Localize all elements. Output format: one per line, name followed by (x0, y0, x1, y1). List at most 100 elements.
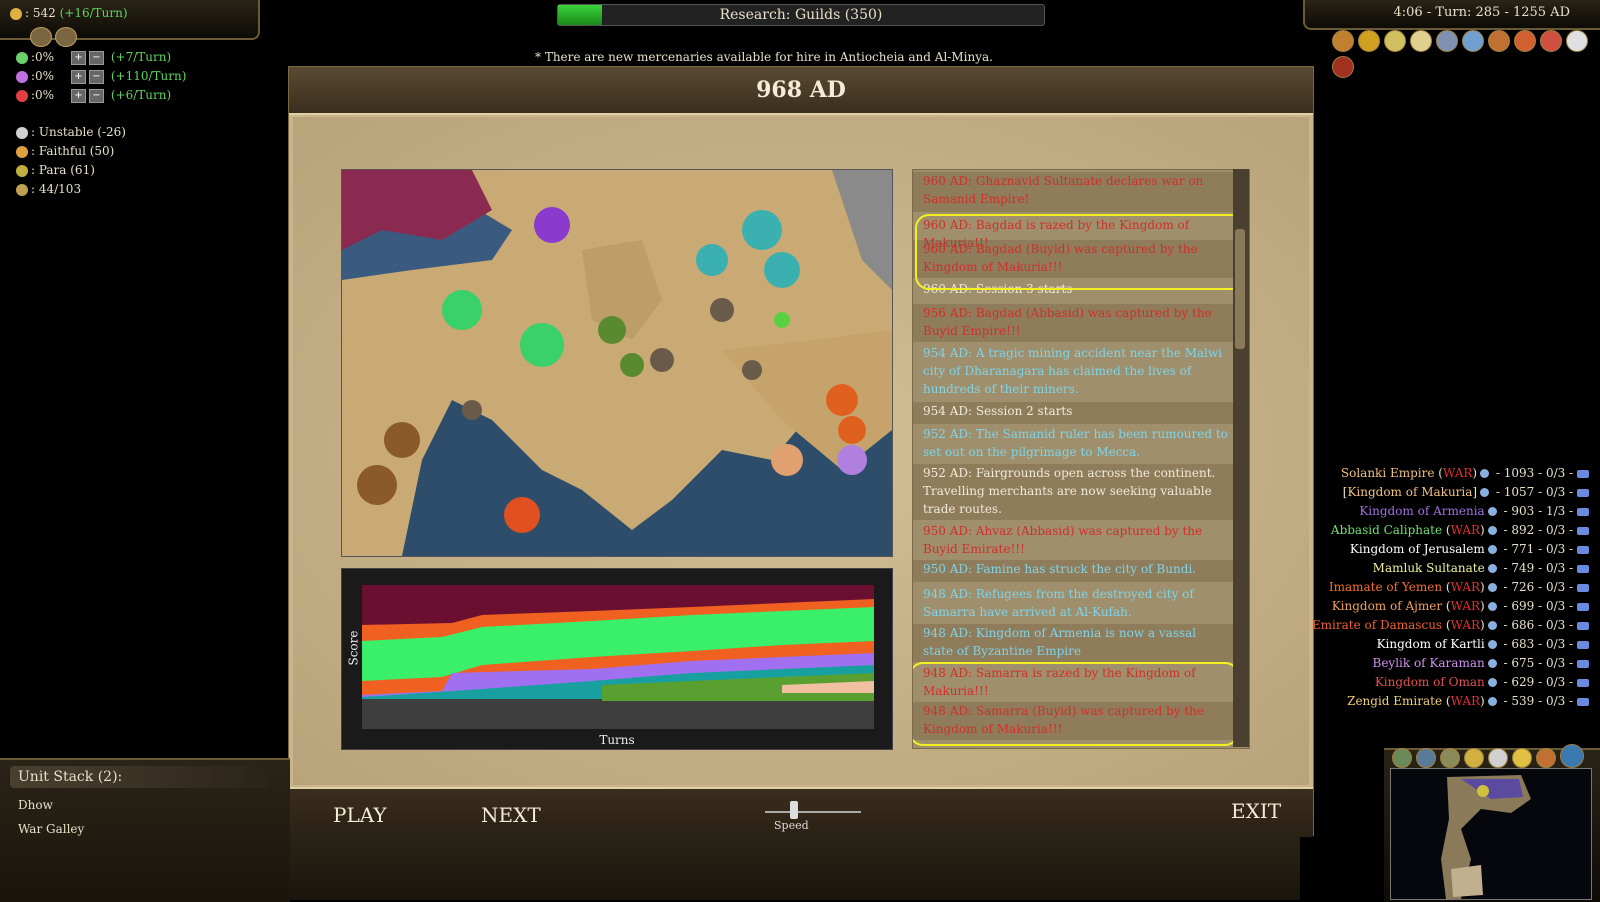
espionage-advisor-icon[interactable] (1332, 56, 1354, 78)
civ-row[interactable]: Beylik of Karaman - 675 - 0/3 - (1373, 656, 1593, 670)
civ-name: Mamluk Sultanate (1372, 561, 1485, 575)
civ-row[interactable]: Kingdom of Armenia - 903 - 1/3 - (1359, 504, 1592, 518)
attitude-icon (1577, 469, 1589, 478)
advisor-buttons (1328, 30, 1598, 78)
play-button[interactable]: PLAY (333, 803, 387, 827)
turns-axis-label: Turns (599, 733, 635, 747)
score-axis-label: Score (346, 630, 361, 666)
top-left-panel: : 542 (+16/Turn) (0, 0, 260, 47)
event-log-scrollbar[interactable] (1233, 169, 1249, 747)
unit-item[interactable]: Dhow (18, 798, 53, 812)
attitude-icon (1577, 659, 1589, 668)
decrease-button[interactable]: − (89, 50, 104, 65)
unit-stack-panel: Unit Stack (2): Dhow War Galley (0, 758, 290, 902)
search-icon[interactable] (1512, 748, 1532, 768)
tech-advisor-icon[interactable] (1462, 30, 1484, 52)
war-status: WAR (1450, 618, 1481, 632)
foreign-advisor-icon[interactable] (1410, 30, 1432, 52)
scroll-icon[interactable] (30, 27, 52, 47)
attitude-icon (1577, 602, 1589, 611)
civ-score: - 726 - 0/3 - (1499, 580, 1577, 594)
wrench-icon[interactable] (55, 27, 77, 47)
map-mode-icon[interactable] (1392, 748, 1412, 768)
minimap-panel (1384, 744, 1600, 902)
highlight-box (915, 214, 1245, 290)
civ-row[interactable]: Mamluk Sultanate - 749 - 0/3 - (1373, 561, 1592, 575)
civ-row[interactable]: Imamate of Yemen (WAR) - 726 - 0/3 - (1329, 580, 1592, 594)
yields-icon[interactable] (1464, 748, 1484, 768)
speed-slider-handle[interactable] (789, 801, 798, 819)
civ-row[interactable]: Abbasid Caliphate (WAR) - 892 - 0/3 - (1331, 523, 1592, 537)
civ-score: - 686 - 0/3 - (1499, 618, 1577, 632)
unit-icon (16, 183, 28, 196)
civ-row[interactable]: [Kingdom of Makuria] - 1057 - 0/3 - (1343, 485, 1592, 499)
attitude-icon (1577, 583, 1589, 592)
checklist-icon[interactable] (1488, 748, 1508, 768)
religion-icon (1487, 678, 1497, 687)
civ-name: Kingdom of Ajmer (1331, 599, 1443, 613)
unit-count-readout: : 44/103 (16, 182, 81, 196)
civ-row[interactable]: Kingdom of Jerusalem - 771 - 0/3 - (1350, 542, 1592, 556)
faith-icon (16, 145, 28, 158)
attitude-icon (1577, 697, 1589, 706)
civics-advisor-icon[interactable] (1384, 30, 1406, 52)
domestic-advisor-icon[interactable] (1332, 30, 1354, 52)
culture-slider: :0% + − (+110/Turn) (16, 69, 186, 84)
decrease-button[interactable]: − (89, 69, 104, 84)
scales-icon (16, 126, 28, 139)
civ-score: - 699 - 0/3 - (1499, 599, 1577, 613)
civ-row[interactable]: Zengid Emirate (WAR) - 539 - 0/3 - (1347, 694, 1592, 708)
score-bands (362, 585, 874, 729)
unit-stack-title: Unit Stack (2): (10, 766, 270, 788)
civ-row[interactable]: Kingdom of Oman - 629 - 0/3 - (1375, 675, 1592, 689)
religion-icon (1487, 545, 1497, 554)
resources-icon[interactable] (1440, 748, 1460, 768)
next-button[interactable]: NEXT (481, 803, 541, 827)
religion-icon (1487, 526, 1497, 535)
decrease-button[interactable]: − (89, 88, 104, 103)
grid-icon[interactable] (1416, 748, 1436, 768)
religion-icon (1480, 488, 1490, 497)
attitude-icon (1577, 545, 1589, 554)
scroll-thumb[interactable] (1235, 229, 1245, 349)
globe-icon[interactable] (1560, 744, 1584, 768)
speed-slider-track[interactable] (765, 811, 861, 813)
finance-advisor-icon[interactable] (1358, 30, 1380, 52)
log-entry: 954 AD: A tragic mining accident near th… (923, 346, 1223, 396)
civ-row[interactable]: Kingdom of Ajmer (WAR) - 699 - 0/3 - (1332, 599, 1592, 613)
religion-advisor-icon[interactable] (1488, 30, 1510, 52)
gold-value: : 542 (25, 6, 56, 20)
unit-item[interactable]: War Galley (18, 822, 84, 836)
civ-name: Kingdom of Kartli (1376, 637, 1485, 651)
score-toggle-icon[interactable] (1536, 748, 1556, 768)
military-advisor-icon[interactable] (1436, 30, 1458, 52)
civ-score: - 539 - 0/3 - (1499, 694, 1577, 708)
minimap[interactable] (1390, 768, 1592, 900)
attitude-icon (1577, 507, 1589, 516)
civ-score: - 749 - 0/3 - (1499, 561, 1577, 575)
increase-button[interactable]: + (71, 50, 86, 65)
civ-row[interactable]: Emirate of Damascus (WAR) - 686 - 0/3 - (1312, 618, 1592, 632)
increase-button[interactable]: + (71, 69, 86, 84)
victory-advisor-icon[interactable] (1514, 30, 1536, 52)
speed-label: Speed (774, 819, 809, 832)
civ-name: Kingdom of Oman (1374, 675, 1485, 689)
civ-name: Kingdom of Armenia (1359, 504, 1485, 518)
research-bar[interactable]: Research: Guilds (350) (557, 4, 1045, 26)
civ-row[interactable]: Kingdom of Kartli - 683 - 0/3 - (1377, 637, 1592, 651)
graphs-icon[interactable] (1566, 30, 1588, 52)
increase-button[interactable]: + (71, 88, 86, 103)
event-log[interactable]: 960 AD: Ghaznavid Sultanate declares war… (912, 169, 1250, 749)
civ-name: Kingdom of Makuria (1347, 485, 1473, 499)
religion-icon (1487, 507, 1497, 516)
religion-readout: : Faithful (50) (16, 144, 114, 158)
info-advisor-icon[interactable] (1540, 30, 1562, 52)
score-graph-plot (362, 585, 874, 729)
score-graph: Score Turns (341, 568, 893, 750)
map-terrain (342, 170, 892, 556)
gold-readout: : 542 (+16/Turn) (10, 6, 128, 20)
civ-row[interactable]: Solanki Empire (WAR) - 1093 - 0/3 - (1341, 466, 1592, 480)
log-entry: 948 AD: Kingdom of Armenia is now a vass… (913, 624, 1235, 662)
minimap-terrain (1391, 769, 1591, 899)
exit-button[interactable]: EXIT (1231, 799, 1281, 823)
